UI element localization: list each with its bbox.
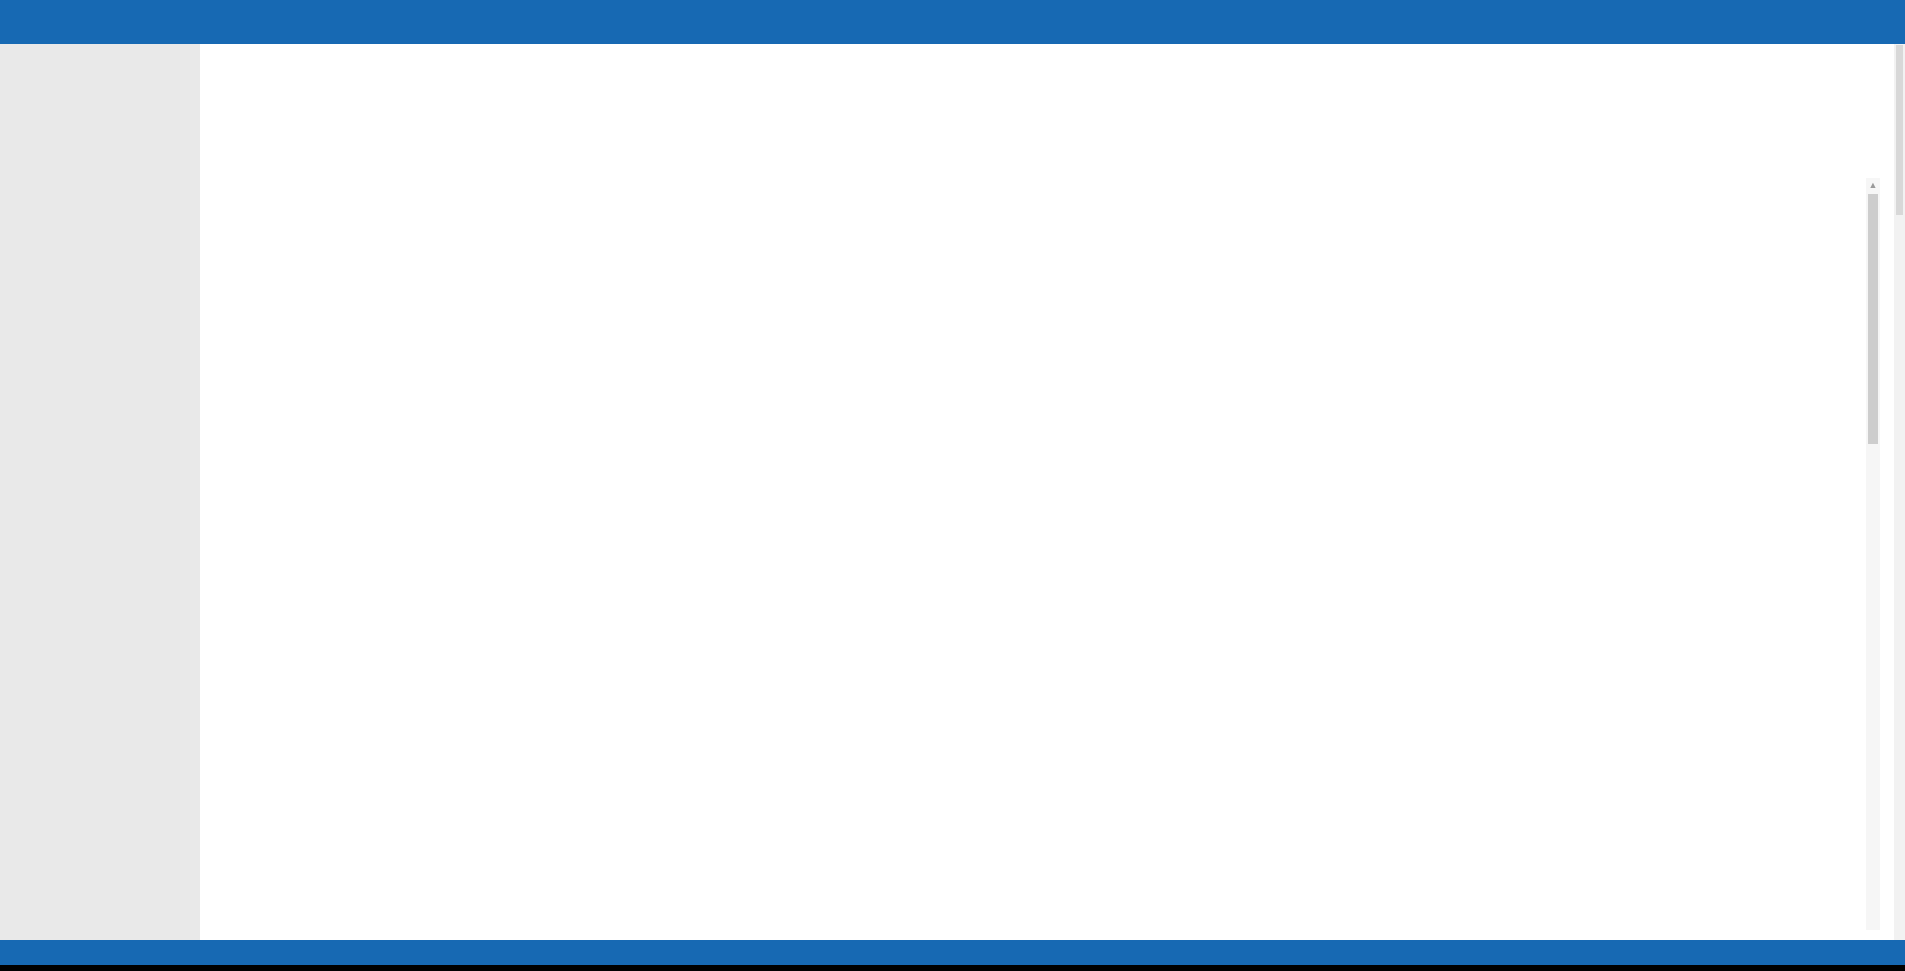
chevron-right-icon[interactable] <box>1782 15 1796 29</box>
wrench-icon <box>792 176 810 194</box>
scroll-up-arrow-icon[interactable]: ▲ <box>1866 180 1880 190</box>
sidebar-header <box>0 44 200 83</box>
nav-right <box>1749 13 1905 31</box>
section-failure-header <box>225 257 800 275</box>
section-logs-header <box>1492 142 1880 160</box>
plant-icon <box>225 76 245 96</box>
document-icon <box>1492 142 1510 160</box>
section-byshift-header <box>792 176 1452 194</box>
calendar-icon <box>792 210 810 228</box>
section-bydept-header <box>792 142 1452 160</box>
bottom-toolbar <box>0 940 1905 965</box>
middle-column <box>792 142 1452 234</box>
person-icon[interactable] <box>1871 14 1887 30</box>
section-jobs-header <box>225 142 800 160</box>
bell-icon[interactable] <box>1815 13 1833 31</box>
page-title <box>225 76 256 96</box>
section-workorders-header <box>792 210 1452 228</box>
sidebar <box>0 44 200 940</box>
calendar-icon <box>13 58 28 73</box>
gear-icon <box>15 14 31 30</box>
left-column <box>225 142 800 281</box>
logs-scrollbar-thumb[interactable] <box>1868 194 1878 444</box>
right-column: ▲ <box>1492 142 1880 930</box>
section-last5-header <box>225 204 800 222</box>
clock-icon <box>225 204 243 222</box>
top-navigation-bar <box>0 0 1905 44</box>
warning-icon <box>225 257 243 275</box>
logs-scrollbar[interactable]: ▲ <box>1866 178 1880 930</box>
chevron-left-icon[interactable] <box>1749 15 1763 29</box>
page-scrollbar[interactable] <box>1894 44 1905 940</box>
page-scrollbar-thumb[interactable] <box>1896 45 1903 215</box>
main-content: ▲ <box>200 44 1905 940</box>
stopwatch-icon <box>225 142 243 160</box>
brand-block[interactable] <box>0 14 40 30</box>
bottom-strip <box>0 965 1905 971</box>
line-chart-icon <box>792 142 810 160</box>
